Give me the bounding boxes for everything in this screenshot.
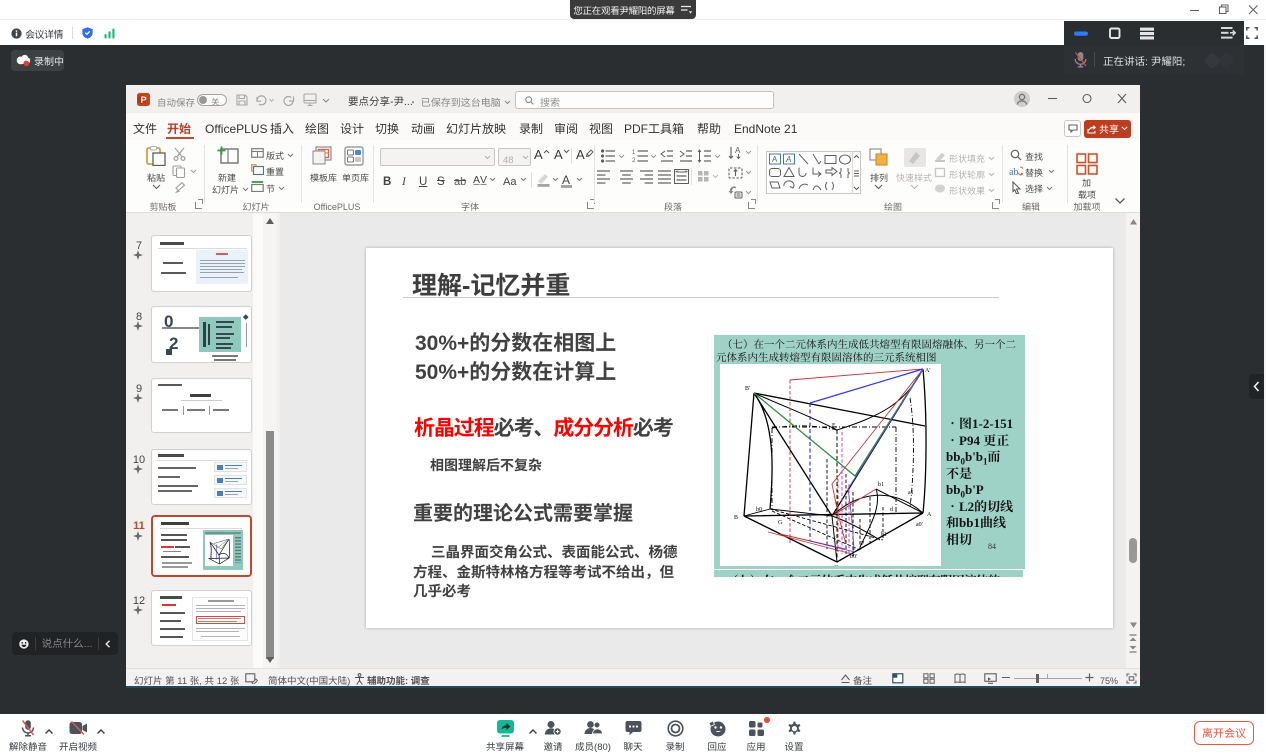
svg-text:d: d — [890, 507, 893, 513]
svg-text:ab: ab — [1009, 167, 1018, 178]
svg-text:2: 2 — [632, 155, 636, 163]
svg-text:b1: b1 — [878, 482, 884, 488]
svg-text:C: C — [834, 565, 838, 566]
svg-text:A: A — [927, 512, 932, 518]
svg-text:A': A' — [925, 368, 930, 374]
svg-text:B: B — [734, 515, 738, 521]
svg-text:B': B' — [745, 386, 750, 392]
svg-text:b0': b0' — [850, 554, 857, 560]
svg-text:G: G — [778, 520, 783, 526]
svg-text:P: P — [140, 95, 147, 106]
svg-text:a1: a1 — [908, 490, 914, 496]
svg-text:A: A — [772, 154, 778, 165]
svg-text:A: A — [735, 145, 741, 156]
svg-text:A: A — [785, 154, 791, 165]
svg-text:b1: b1 — [881, 532, 887, 538]
svg-text:b0: b0 — [756, 507, 762, 513]
svg-text:a0': a0' — [916, 522, 923, 528]
svg-text:E: E — [832, 423, 836, 429]
